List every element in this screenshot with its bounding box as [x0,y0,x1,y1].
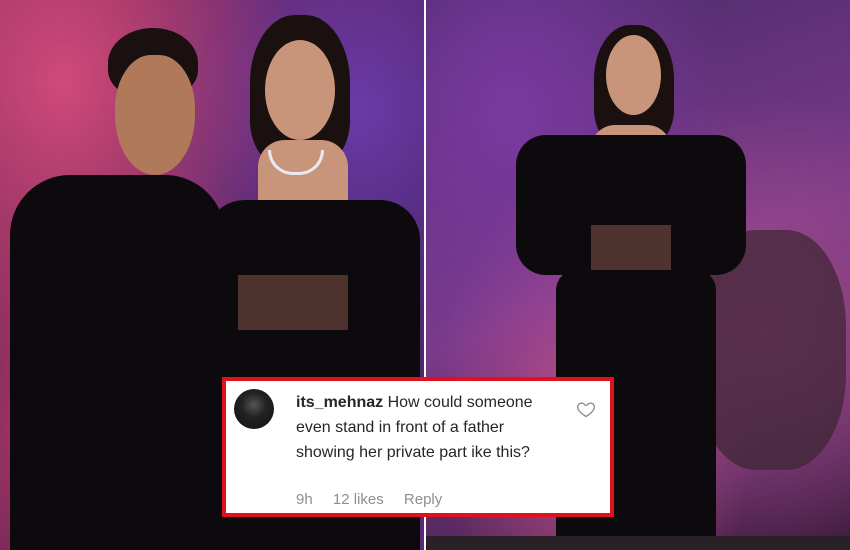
comment-card: its_mehnaz How could someone even stand … [222,377,614,517]
woman-face-right [606,35,661,115]
stage-floor [426,536,850,550]
man-face [115,55,195,175]
user-avatar[interactable] [234,389,274,429]
sheer-panel [238,275,348,330]
comment-meta: 9h 12 likes Reply [296,491,458,508]
comment-likes[interactable]: 12 likes [333,491,384,508]
comment-body: its_mehnaz How could someone even stand … [296,390,566,465]
comment-time: 9h [296,491,313,508]
sheer-panel-right [591,225,671,270]
heart-outline-icon[interactable] [576,399,596,419]
man-body [10,175,225,550]
reply-button[interactable]: Reply [404,491,442,508]
comment-username[interactable]: its_mehnaz [296,394,383,411]
woman-face [265,40,335,140]
